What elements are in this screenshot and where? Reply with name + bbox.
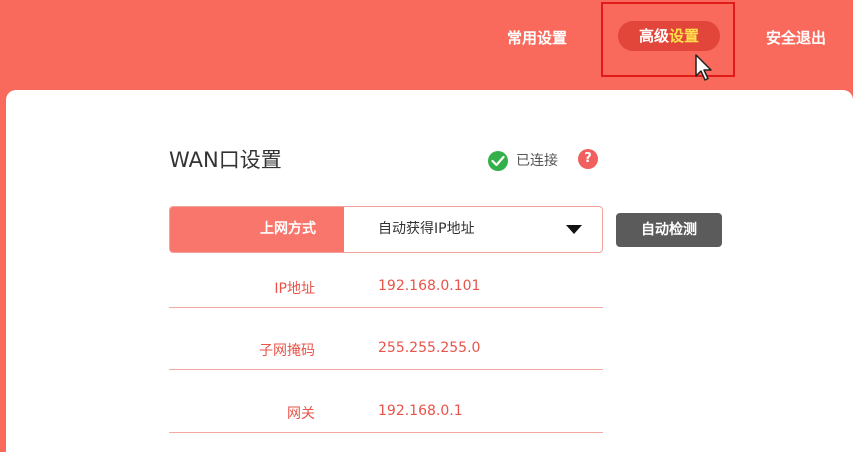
highlight-box [601,2,735,77]
connection-type-value: 自动获得IP地址 [378,221,475,237]
top-nav-bar: 常用设置 高级设置 安全退出 [0,0,853,88]
subnet-mask-row: 子网掩码 255.255.255.0 [169,330,603,370]
connection-type-select[interactable]: 自动获得IP地址 [344,207,602,252]
subnet-mask-label: 子网掩码 [259,343,315,359]
wan-settings-panel: WAN口设置 已连接 ? 上网方式 自动获得IP地址 自动检测 IP地址 192… [6,90,853,452]
ip-address-label: IP地址 [274,281,315,297]
connection-status-text: 已连接 [516,153,558,169]
gateway-label: 网关 [287,406,315,422]
dropdown-arrow-icon [566,225,582,234]
nav-common-settings[interactable]: 常用设置 [507,24,567,52]
connection-status: 已连接 [488,150,558,172]
connection-type-label: 上网方式 [170,207,344,252]
check-circle-icon [488,151,508,171]
connection-type-row: 上网方式 自动获得IP地址 [169,206,603,253]
help-icon[interactable]: ? [578,149,598,169]
ip-address-row: IP地址 192.168.0.101 [169,268,603,308]
subnet-mask-value: 255.255.255.0 [378,340,481,356]
mouse-pointer-icon [695,54,712,81]
gateway-row: 网关 192.168.0.1 [169,393,603,433]
auto-detect-button[interactable]: 自动检测 [616,213,722,247]
nav-logout[interactable]: 安全退出 [766,24,826,52]
page-title: WAN口设置 [169,148,282,172]
gateway-value: 192.168.0.1 [378,403,463,419]
ip-address-value: 192.168.0.101 [378,278,481,294]
